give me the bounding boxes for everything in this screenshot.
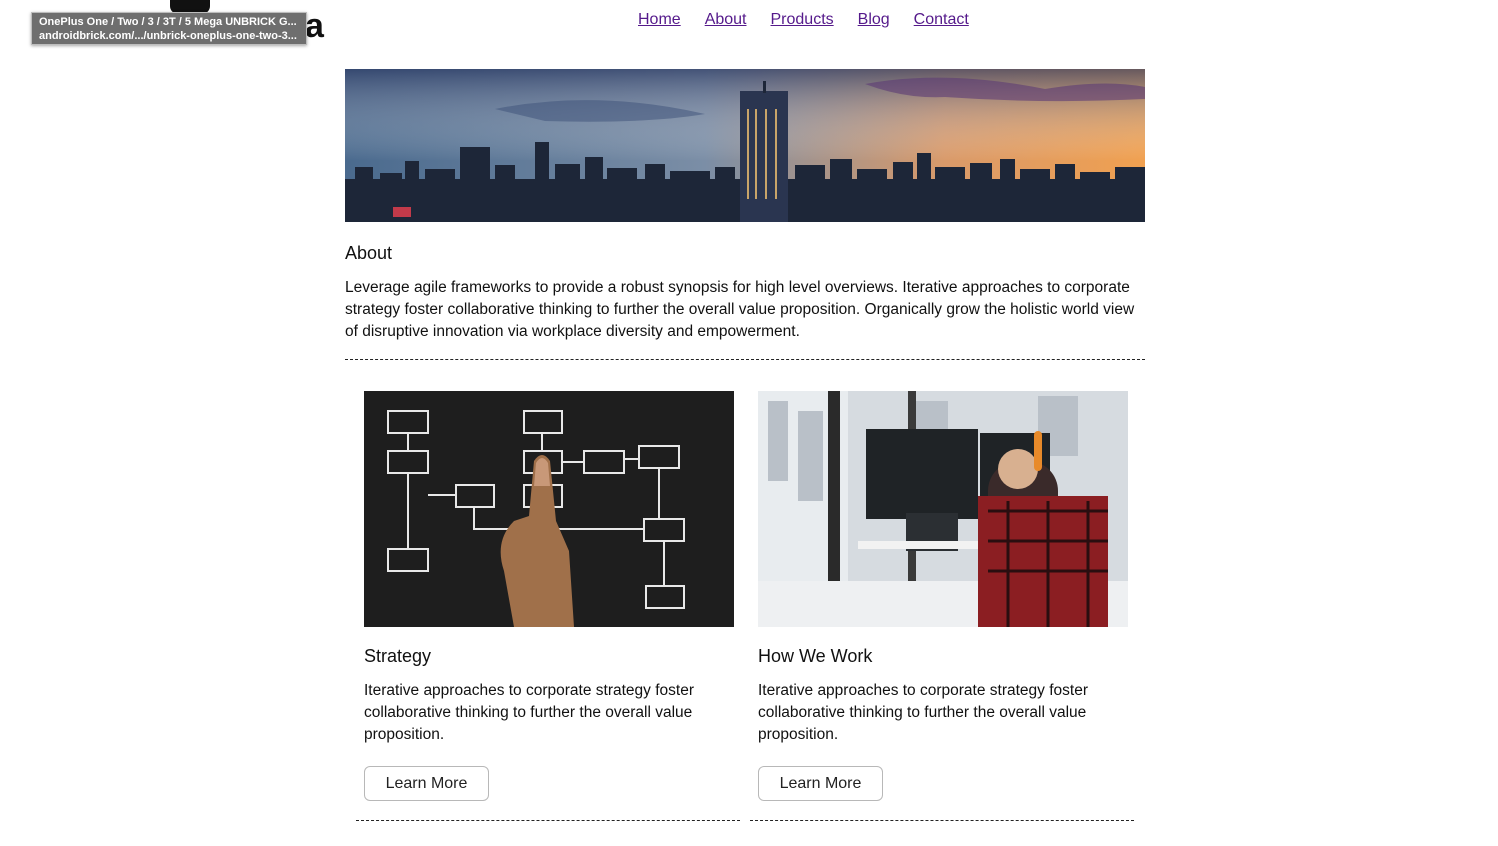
card-divider — [750, 820, 1134, 821]
link-tooltip: OnePlus One / Two / 3 / 3T / 5 Mega UNBR… — [31, 12, 307, 45]
about-heading: About — [345, 243, 393, 263]
how-we-work-title: How We Work — [758, 646, 873, 666]
nav-home-link[interactable]: Home — [638, 11, 681, 29]
tooltip-title: OnePlus One / Two / 3 / 3T / 5 Mega UNBR… — [39, 16, 297, 28]
how-we-work-learn-more-button[interactable]: Learn More — [758, 766, 883, 801]
about-paragraph: Leverage agile frameworks to provide a r… — [345, 279, 1135, 340]
nav-blog-link[interactable]: Blog — [858, 11, 890, 29]
strategy-card: Strategy Iterative approaches to corpora… — [364, 391, 734, 801]
hero-image — [345, 69, 1145, 222]
section-divider — [345, 359, 1145, 360]
logo-text: a — [305, 7, 324, 45]
nav-about-link[interactable]: About — [705, 11, 747, 29]
top-nav: Home About Products Blog Contact — [638, 11, 969, 29]
developer-image — [758, 391, 1128, 627]
nav-contact-link[interactable]: Contact — [914, 11, 969, 29]
flowchart-image — [364, 391, 734, 627]
strategy-title: Strategy — [364, 646, 432, 666]
card-divider — [356, 820, 740, 821]
strategy-learn-more-button[interactable]: Learn More — [364, 766, 489, 801]
tooltip-url: androidbrick.com/.../unbrick-oneplus-one… — [39, 30, 297, 42]
nav-products-link[interactable]: Products — [771, 11, 834, 29]
strategy-description: Iterative approaches to corporate strate… — [364, 682, 694, 743]
how-we-work-card: How We Work Iterative approaches to corp… — [758, 391, 1128, 801]
how-we-work-description: Iterative approaches to corporate strate… — [758, 682, 1088, 743]
